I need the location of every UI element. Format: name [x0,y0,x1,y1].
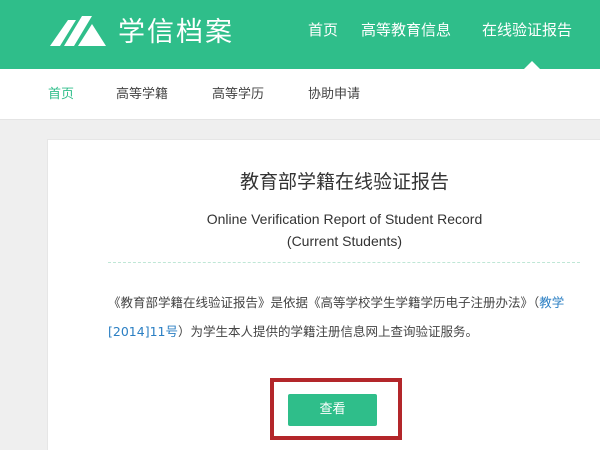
active-indicator [524,61,540,69]
sub-nav-assist-application[interactable]: 协助申请 [308,86,360,103]
top-nav-higher-education-info[interactable]: 高等教育信息 [361,20,451,40]
top-nav-online-verification-report[interactable]: 在线验证报告 [482,20,572,40]
description: 《教育部学籍在线验证报告》是依据《高等学校学生学籍学历电子注册办法》（教学[20… [108,288,586,346]
english-title-line-1: Online Verification Report of Student Re… [206,211,483,227]
logo-icon[interactable] [48,12,108,50]
sub-nav: 首页 高等学籍 高等学历 协助申请 [0,69,600,120]
page-title: 教育部学籍在线验证报告 [239,171,449,193]
report-card: 教育部学籍在线验证报告 Online Verification Report o… [47,139,600,450]
view-button[interactable]: 查看 [288,394,377,426]
description-text-1: 《教育部学籍在线验证报告》是依据《高等学校学生学籍学历电子注册办法》（ [108,295,540,310]
sub-nav-higher-degree[interactable]: 高等学历 [212,86,264,103]
top-header: 学信档案 首页 高等教育信息 在线验证报告 [0,0,600,69]
english-title: Online Verification Report of Student Re… [48,208,600,252]
sub-nav-home[interactable]: 首页 [48,86,74,103]
top-nav-home[interactable]: 首页 [308,20,338,40]
sub-nav-higher-enrollment[interactable]: 高等学籍 [116,86,168,103]
logo-text[interactable]: 学信档案 [118,14,234,52]
english-title-line-2: (Current Students) [286,233,403,249]
divider [108,262,580,263]
description-text-2: ）为学生本人提供的学籍注册信息网上查询验证服务。 [177,324,478,339]
